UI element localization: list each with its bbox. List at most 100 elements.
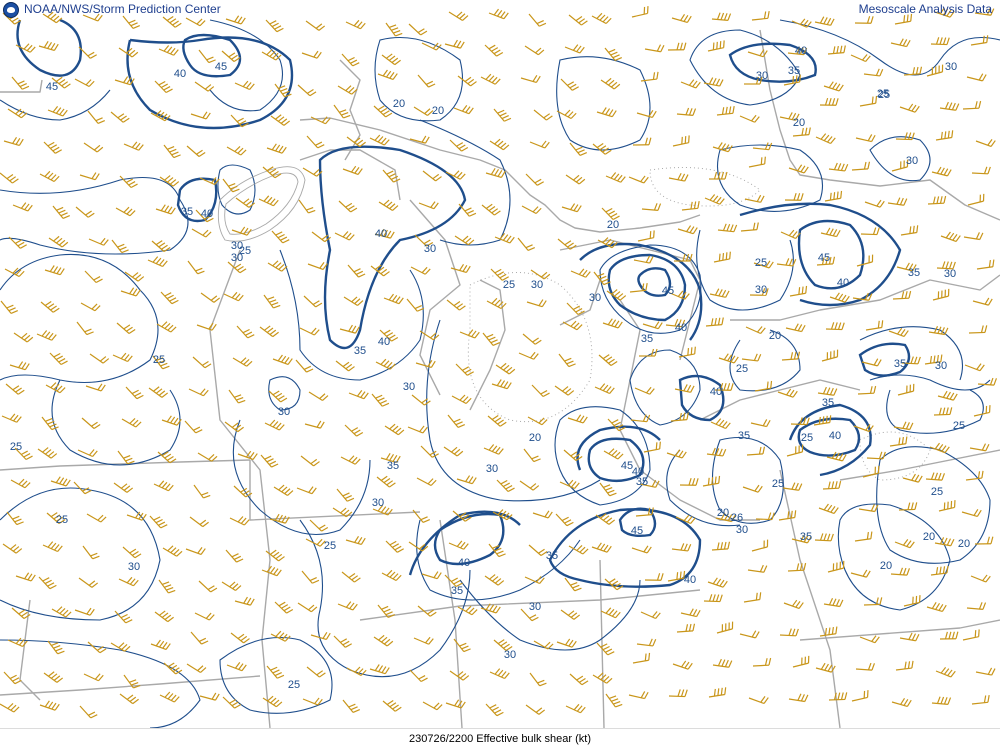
wind-barb-icon — [226, 12, 245, 24]
wind-barb-icon — [162, 413, 181, 425]
wind-barb-icon — [750, 540, 769, 551]
wind-barb-icon — [972, 166, 990, 174]
contour-line — [0, 90, 110, 120]
wind-barb-icon — [562, 200, 581, 212]
wind-barb-icon — [454, 101, 473, 114]
wind-barb-icon — [561, 74, 579, 92]
wind-barb-icon — [486, 699, 503, 717]
wind-barb-icon — [349, 386, 368, 399]
wind-barb-icon — [780, 628, 798, 636]
wind-barb-icon — [410, 665, 428, 683]
wind-barb-icon — [962, 505, 981, 517]
wind-barb-icon — [452, 390, 471, 405]
wind-barb-icon — [51, 474, 70, 486]
wind-barb-icon — [274, 481, 293, 496]
wind-barb-icon — [307, 131, 324, 149]
wind-barb-icon — [444, 441, 463, 457]
contour-label: 20 — [529, 432, 541, 444]
wind-barb-icon — [678, 222, 697, 234]
wind-barb-icon — [41, 297, 59, 314]
wind-barb-icon — [77, 318, 94, 336]
wind-barb-icon — [90, 348, 109, 364]
contour-line — [730, 330, 800, 391]
contour-label: 30 — [231, 252, 243, 264]
wind-barb-icon — [743, 480, 762, 492]
wind-barb-icon — [742, 352, 761, 361]
wind-barb-icon — [940, 632, 958, 639]
contour-label: 20 — [958, 538, 970, 550]
wind-barb-icon — [896, 132, 914, 140]
wind-barb-icon — [889, 437, 908, 446]
border-line — [440, 520, 462, 728]
wind-barb-icon — [597, 105, 616, 117]
wind-barb-icon — [669, 171, 688, 181]
wind-barb-icon — [76, 202, 94, 219]
wind-barb-icon — [642, 202, 661, 211]
wind-barb-icon — [936, 665, 955, 678]
wind-barb-icon — [195, 76, 214, 92]
contour-label: 40 — [632, 466, 644, 478]
wind-barb-icon — [824, 191, 843, 201]
border-line — [0, 676, 260, 695]
contour-label: 20 — [607, 219, 619, 231]
wind-barb-icon — [126, 382, 143, 400]
wind-barb-icon — [819, 501, 838, 514]
contour-label: 35 — [788, 65, 800, 77]
wind-barb-icon — [892, 695, 911, 707]
wind-barb-icon — [447, 295, 465, 312]
wind-barb-icon — [487, 295, 506, 310]
wind-barb-icon — [75, 73, 94, 88]
wind-barb-icon — [673, 657, 692, 669]
wind-barb-icon — [188, 257, 204, 276]
wind-barb-icon — [561, 604, 580, 620]
wind-barb-icon — [743, 592, 762, 602]
wind-barb-icon — [299, 196, 315, 215]
wind-barb-icon — [190, 511, 209, 527]
wind-barb-icon — [231, 627, 249, 644]
contour-label: 25 — [56, 514, 68, 526]
wind-barb-icon — [149, 382, 168, 398]
wind-barb-icon — [557, 635, 576, 647]
wind-barb-icon — [272, 226, 289, 244]
wind-barb-icon — [344, 291, 363, 306]
wind-barb-icon — [928, 196, 946, 204]
wind-barb-icon — [935, 536, 954, 546]
wind-barb-icon — [234, 481, 252, 498]
wind-barb-icon — [449, 537, 468, 550]
wind-barb-icon — [783, 481, 802, 490]
wind-barb-icon — [862, 355, 881, 366]
wind-barb-icon — [861, 227, 879, 235]
wind-barb-icon — [409, 19, 427, 36]
contour-label: 30 — [372, 497, 384, 509]
wind-barb-icon — [233, 352, 252, 367]
contour-line — [697, 230, 794, 310]
wind-barb-icon — [421, 441, 439, 459]
wind-barb-icon — [523, 329, 541, 346]
wind-barb-icon — [964, 230, 983, 240]
wind-barb-icon — [930, 566, 949, 575]
wind-barb-icon — [382, 49, 401, 65]
wind-barb-icon — [718, 223, 737, 232]
wind-barb-icon — [592, 540, 611, 552]
wind-barb-icon — [189, 383, 208, 397]
wind-barb-icon — [893, 291, 911, 299]
wind-barb-icon — [160, 689, 179, 703]
wind-barb-icon — [414, 632, 433, 645]
contour-line — [0, 254, 158, 382]
wind-barb-icon — [39, 572, 56, 590]
wind-barb-icon — [606, 170, 625, 183]
wind-barb-icon — [199, 576, 217, 593]
wind-barb-icon — [268, 257, 287, 272]
wind-barb-icon — [599, 350, 617, 367]
wind-barb-icon — [84, 668, 103, 682]
contour-label: 30 — [486, 463, 498, 475]
wind-barb-icon — [237, 321, 254, 339]
wind-barb-icon — [379, 196, 398, 211]
wind-barb-icon — [339, 196, 357, 213]
wind-barb-icon — [488, 411, 506, 428]
contour-line — [870, 137, 930, 181]
wind-barb-icon — [266, 15, 283, 33]
wind-barb-icon — [856, 131, 875, 142]
contour-label: 25 — [503, 279, 515, 291]
wind-barb-icon — [82, 413, 100, 430]
